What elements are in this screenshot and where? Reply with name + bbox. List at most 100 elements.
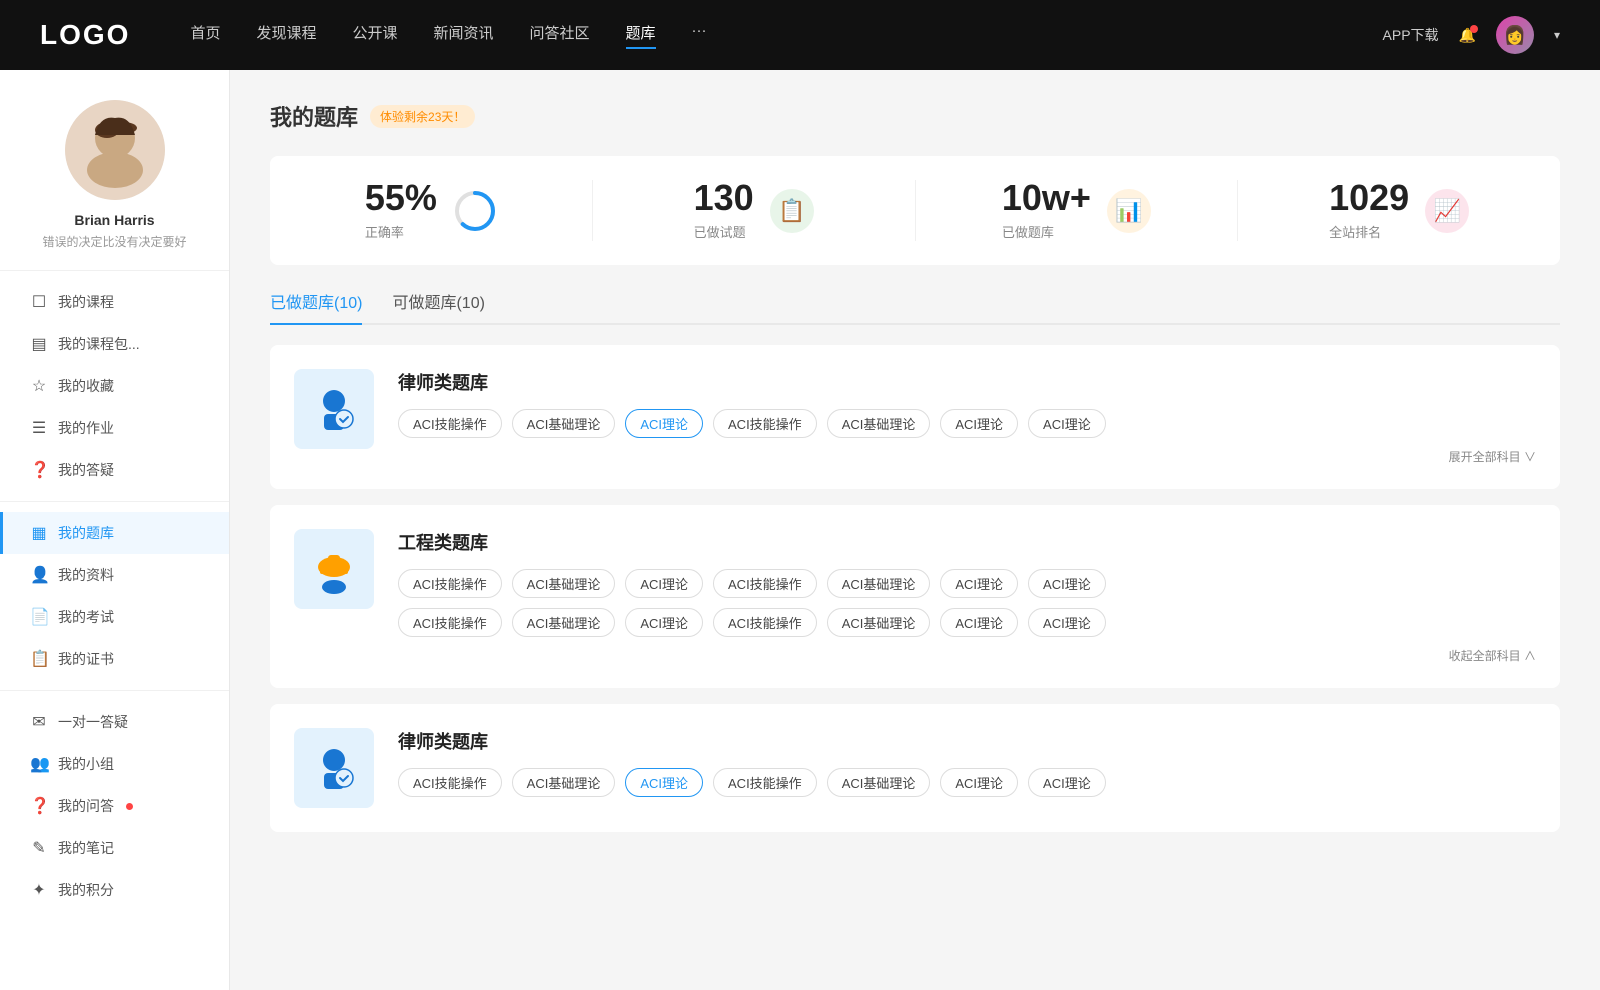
stat-icon-ranking: 📈 <box>1425 189 1469 233</box>
stats-row: 55% 正确率 130 已做试题 📋 <box>270 156 1560 265</box>
nav-courses[interactable]: 发现课程 <box>256 22 316 49</box>
bank-tag[interactable]: ACI技能操作 <box>398 768 502 797</box>
stat-value-ranking: 1029 <box>1329 180 1409 216</box>
sidebar-label-myinfo: 我的资料 <box>58 565 114 585</box>
stat-value-questions: 130 <box>694 180 754 216</box>
stat-done-banks: 10w+ 已做题库 📊 <box>916 180 1239 241</box>
sidebar-item-homework[interactable]: ☰ 我的作业 <box>0 407 229 449</box>
tab-row: 已做题库(10) 可做题库(10) <box>270 289 1560 325</box>
coursepack-icon: ▤ <box>30 334 48 354</box>
user-menu-chevron[interactable]: ▾ <box>1554 28 1560 42</box>
sidebar-item-myinfo[interactable]: 👤 我的资料 <box>0 554 229 596</box>
sidebar-label-myexam: 我的考试 <box>58 607 114 627</box>
bank-tag[interactable]: ACI理论 <box>1028 409 1106 438</box>
sidebar-divider-3 <box>0 690 229 691</box>
sidebar-item-coursepack[interactable]: ▤ 我的课程包... <box>0 323 229 365</box>
bank-tag[interactable]: ACI基础理论 <box>512 409 616 438</box>
stat-label-banks: 已做题库 <box>1002 222 1091 241</box>
bank-tag[interactable]: ACI基础理论 <box>827 608 931 637</box>
bank-tag[interactable]: ACI理论 <box>625 608 703 637</box>
nav-news[interactable]: 新闻资讯 <box>434 22 494 49</box>
bank-tag[interactable]: ACI理论 <box>1028 608 1106 637</box>
bank-tag[interactable]: ACI技能操作 <box>713 608 817 637</box>
bank-tag[interactable]: ACI理论 <box>940 608 1018 637</box>
stat-label-accuracy: 正确率 <box>365 222 437 241</box>
bank-tag-active[interactable]: ACI理论 <box>625 768 703 797</box>
nav-links: 首页 发现课程 公开课 新闻资讯 问答社区 题库 ··· <box>190 22 1382 49</box>
myinfo-icon: 👤 <box>30 565 48 585</box>
lawyer-icon-2 <box>306 740 362 796</box>
sidebar-item-myquestions[interactable]: ❓ 我的问答 <box>0 785 229 827</box>
bank-tag[interactable]: ACI理论 <box>940 569 1018 598</box>
stat-value-accuracy: 55% <box>365 180 437 216</box>
myquestions-icon: ❓ <box>30 796 48 816</box>
bank-body-lawyer-2: 律师类题库 ACI技能操作 ACI基础理论 ACI理论 ACI技能操作 ACI基… <box>398 728 1536 808</box>
sidebar-item-mycourses[interactable]: ☐ 我的课程 <box>0 281 229 323</box>
sidebar-item-qa[interactable]: ❓ 我的答疑 <box>0 449 229 491</box>
sidebar-item-mycert[interactable]: 📋 我的证书 <box>0 638 229 680</box>
stat-label-questions: 已做试题 <box>694 222 754 241</box>
sidebar-label-coursepack: 我的课程包... <box>58 334 140 354</box>
questions-badge <box>126 803 133 810</box>
bank-tag-active[interactable]: ACI理论 <box>625 409 703 438</box>
bank-tag[interactable]: ACI技能操作 <box>713 409 817 438</box>
stat-accuracy: 55% 正确率 <box>270 180 593 241</box>
favorites-icon: ☆ <box>30 376 48 396</box>
bank-tag[interactable]: ACI基础理论 <box>512 569 616 598</box>
bank-tag[interactable]: ACI理论 <box>625 569 703 598</box>
expand-btn-lawyer-1[interactable]: 展开全部科目 ∨ <box>1449 448 1536 465</box>
bank-tag[interactable]: ACI基础理论 <box>827 409 931 438</box>
nav-more[interactable]: ··· <box>692 22 707 49</box>
tab-available[interactable]: 可做题库(10) <box>392 289 484 323</box>
app-download-button[interactable]: APP下载 <box>1383 25 1439 45</box>
bank-tag[interactable]: ACI技能操作 <box>398 569 502 598</box>
sidebar-item-mygroup[interactable]: 👥 我的小组 <box>0 743 229 785</box>
user-avatar[interactable]: 👩 <box>1496 16 1534 54</box>
nav-qa[interactable]: 问答社区 <box>530 22 590 49</box>
sidebar-item-mypoints[interactable]: ✦ 我的积分 <box>0 869 229 911</box>
tab-done[interactable]: 已做题库(10) <box>270 289 362 325</box>
bank-section-lawyer-1: 律师类题库 ACI技能操作 ACI基础理论 ACI理论 ACI技能操作 ACI基… <box>270 345 1560 489</box>
expand-btn-engineer[interactable]: 收起全部科目 ∧ <box>1449 647 1536 664</box>
bank-tag[interactable]: ACI理论 <box>1028 768 1106 797</box>
sidebar-profile: Brian Harris 错误的决定比没有决定要好 <box>0 100 229 250</box>
bank-section-engineer: 工程类题库 ACI技能操作 ACI基础理论 ACI理论 ACI技能操作 ACI基… <box>270 505 1560 688</box>
bank-tag[interactable]: ACI基础理论 <box>512 768 616 797</box>
sidebar-item-mynotes[interactable]: ✎ 我的笔记 <box>0 827 229 869</box>
stat-icon-accuracy <box>453 189 497 233</box>
mybank-icon: ▦ <box>30 523 48 543</box>
nav-home[interactable]: 首页 <box>190 22 220 49</box>
bank-tag[interactable]: ACI基础理论 <box>827 569 931 598</box>
bank-tag[interactable]: ACI技能操作 <box>713 569 817 598</box>
bank-icon-lawyer-1 <box>294 369 374 449</box>
notification-bell[interactable]: 🔔 <box>1459 27 1476 44</box>
mynotes-icon: ✎ <box>30 838 48 858</box>
bank-tag[interactable]: ACI理论 <box>1028 569 1106 598</box>
navbar-right: APP下载 🔔 👩 ▾ <box>1383 16 1560 54</box>
sidebar-label-favorites: 我的收藏 <box>58 376 114 396</box>
bank-title-lawyer-1: 律师类题库 <box>398 369 1536 395</box>
bank-body-engineer: 工程类题库 ACI技能操作 ACI基础理论 ACI理论 ACI技能操作 ACI基… <box>398 529 1536 664</box>
stat-value-banks: 10w+ <box>1002 180 1091 216</box>
bank-tag[interactable]: ACI基础理论 <box>827 768 931 797</box>
sidebar-item-myexam[interactable]: 📄 我的考试 <box>0 596 229 638</box>
nav-bank[interactable]: 题库 <box>626 22 656 49</box>
sidebar-item-favorites[interactable]: ☆ 我的收藏 <box>0 365 229 407</box>
sidebar-item-tutoring[interactable]: ✉ 一对一答疑 <box>0 701 229 743</box>
nav-opencourse[interactable]: 公开课 <box>352 22 397 49</box>
bank-tag[interactable]: ACI技能操作 <box>713 768 817 797</box>
profile-avatar-svg <box>65 100 165 200</box>
bank-tags-lawyer-1: ACI技能操作 ACI基础理论 ACI理论 ACI技能操作 ACI基础理论 AC… <box>398 409 1536 438</box>
main-content: 我的题库 体验剩余23天！ 55% 正确率 <box>230 70 1600 990</box>
bank-tag[interactable]: ACI技能操作 <box>398 608 502 637</box>
sidebar-label-mynotes: 我的笔记 <box>58 838 114 858</box>
sidebar-item-mybank[interactable]: ▦ 我的题库 <box>0 512 229 554</box>
sidebar-label-mygroup: 我的小组 <box>58 754 114 774</box>
bank-tag[interactable]: ACI理论 <box>940 409 1018 438</box>
myexam-icon: 📄 <box>30 607 48 627</box>
sidebar-label-mycourses: 我的课程 <box>58 292 114 312</box>
bank-tag[interactable]: ACI基础理论 <box>512 608 616 637</box>
bank-tags-lawyer-2: ACI技能操作 ACI基础理论 ACI理论 ACI技能操作 ACI基础理论 AC… <box>398 768 1536 797</box>
bank-tag[interactable]: ACI理论 <box>940 768 1018 797</box>
bank-tag[interactable]: ACI技能操作 <box>398 409 502 438</box>
